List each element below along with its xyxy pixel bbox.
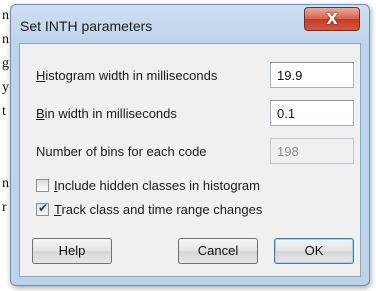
histogram-width-label: Histogram width in milliseconds: [36, 68, 218, 83]
title-bar[interactable]: Set INTH parameters X: [11, 5, 369, 43]
number-of-bins-label: Number of bins for each code: [36, 144, 207, 159]
include-hidden-classes-option[interactable]: Include hidden classes in histogram: [36, 178, 336, 196]
close-icon: X: [326, 10, 338, 28]
doc-fragment: n: [2, 32, 9, 47]
doc-fragment: t: [2, 104, 6, 119]
include-hidden-classes-label: Include hidden classes in histogram: [54, 178, 260, 193]
track-class-time-label: Track class and time range changes: [54, 202, 263, 217]
doc-fragment: n: [2, 8, 9, 23]
doc-fragment: r: [2, 200, 7, 215]
include-hidden-classes-checkbox[interactable]: [36, 179, 49, 192]
ok-button[interactable]: OK: [274, 238, 354, 264]
track-class-time-option[interactable]: ✔ Track class and time range changes: [36, 201, 336, 220]
track-class-time-checkbox[interactable]: ✔: [36, 201, 49, 216]
help-button[interactable]: Help: [32, 238, 112, 264]
checkmark-icon: ✔: [37, 201, 49, 215]
close-button[interactable]: X: [304, 7, 360, 31]
cancel-button[interactable]: Cancel: [178, 238, 258, 264]
dialog-title: Set INTH parameters: [20, 18, 153, 34]
histogram-width-input[interactable]: [270, 62, 354, 88]
set-inth-parameters-dialog: Set INTH parameters X Histogram width in…: [10, 4, 370, 286]
bin-width-input[interactable]: [270, 100, 354, 126]
bin-width-label: Bin width in milliseconds: [36, 106, 177, 121]
dialog-body: Histogram width in milliseconds Bin widt…: [19, 43, 361, 277]
doc-fragment: g: [2, 56, 9, 71]
doc-fragment: n: [2, 176, 9, 191]
doc-fragment: y: [2, 80, 9, 95]
number-of-bins-input: [270, 138, 354, 164]
